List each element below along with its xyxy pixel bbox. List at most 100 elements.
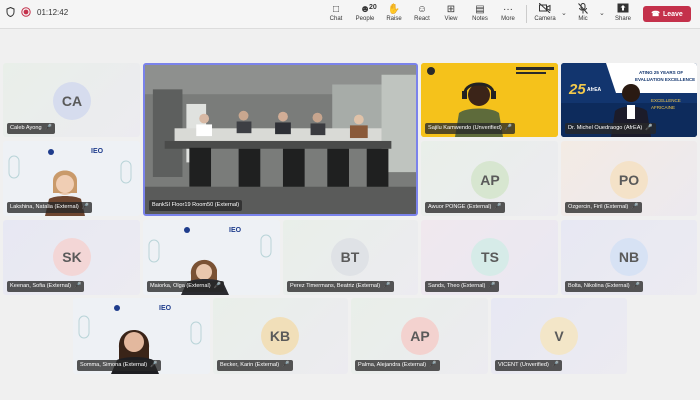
- raise-hand-button[interactable]: ✋ Raise: [380, 3, 408, 22]
- notes-icon: ▤: [475, 4, 485, 15]
- participant-tile-sands[interactable]: TS Sands, Theo (External) 🎤: [421, 220, 558, 295]
- participant-tile-somma[interactable]: IEO Somma, Simona (External) 🎤: [73, 298, 210, 374]
- video-grid: CA Caleb Ayong 🎤 BankSI Floor19 Room50 (E…: [0, 29, 700, 400]
- participant-name: Keenan, Sofia (External) 🎤: [7, 281, 85, 292]
- participant-name: Becker, Karin (External) 🎤: [217, 360, 293, 371]
- mic-label: Mic: [578, 16, 588, 22]
- avatar: CA: [53, 82, 91, 120]
- participant-tile-perez[interactable]: BT Perez Timermans, Beatriz (External) 🎤: [283, 220, 418, 295]
- participant-name: Lakshina, Natalia (External) 🎤: [7, 202, 93, 213]
- participant-name: Maiorka, Olga (External) 🎤: [147, 281, 225, 292]
- mic-off-icon: 🎤: [282, 362, 290, 368]
- mic-off-icon: [578, 3, 588, 16]
- view-button[interactable]: ⊞ View: [437, 3, 465, 22]
- people-button[interactable]: ☻ 20 People: [351, 3, 379, 22]
- people-count: 20: [369, 4, 377, 11]
- meeting-timer: 01:12:42: [37, 7, 69, 17]
- participant-name: Somma, Simona (External) 🎤: [77, 360, 161, 371]
- avatar: V: [540, 317, 578, 355]
- mic-off-icon: 🎤: [81, 204, 90, 210]
- mic-button[interactable]: Mic: [569, 3, 597, 22]
- share-icon: [617, 3, 629, 16]
- mic-off-icon: 🎤: [631, 204, 639, 210]
- mic-off-icon: 🎤: [504, 125, 513, 131]
- participant-tile-caleb[interactable]: CA Caleb Ayong 🎤: [3, 63, 140, 137]
- avatar: AP: [471, 161, 509, 199]
- more-label: More: [501, 16, 515, 22]
- hand-icon: ✋: [387, 4, 401, 15]
- ieo-logo: IEO: [229, 227, 242, 234]
- participant-tile-ozgercin[interactable]: PO Ozgercin, Firil (External) 🎤: [561, 141, 697, 216]
- mic-off-icon: 🎤: [551, 362, 560, 368]
- grid-icon: ⊞: [446, 4, 456, 15]
- participant-name: Caleb Ayong 🎤: [7, 123, 56, 134]
- avatar: TS: [471, 238, 509, 276]
- participant-tile-conference-room[interactable]: BankSI Floor19 Room50 (External): [143, 63, 418, 216]
- camera-options-chevron-icon[interactable]: ⌄: [561, 9, 567, 17]
- participant-name: BankSI Floor19 Room50 (External): [149, 200, 243, 211]
- participant-tile-bolta[interactable]: NB Bolta, Nikolina (External) 🎤: [561, 220, 697, 295]
- notes-button[interactable]: ▤ Notes: [466, 3, 494, 22]
- camera-button[interactable]: Camera: [530, 2, 560, 22]
- mic-off-icon: 🎤: [632, 283, 641, 289]
- avatar: PO: [610, 161, 648, 199]
- mic-off-icon: 🎤: [44, 125, 53, 131]
- mic-off-icon: 🎤: [494, 204, 502, 210]
- avatar: NB: [610, 238, 648, 276]
- mic-off-icon: 🎤: [488, 283, 496, 289]
- avatar: KB: [261, 317, 299, 355]
- leave-button[interactable]: ☎ Leave: [643, 6, 691, 22]
- view-label: View: [444, 16, 458, 22]
- participant-name: Dr. Michel Ouedraogo (AfrEA) 🎤: [565, 123, 656, 134]
- mic-off-icon: 🎤: [383, 283, 391, 289]
- avatar: SK: [53, 238, 91, 276]
- mic-off-icon: 🎤: [429, 362, 437, 368]
- react-button[interactable]: ☺ React: [408, 3, 436, 22]
- react-label: React: [414, 16, 430, 22]
- raise-label: Raise: [386, 16, 402, 22]
- ieo-logo: IEO: [159, 305, 172, 312]
- chat-button[interactable]: □ Chat: [322, 3, 350, 22]
- participant-tile-sajilu[interactable]: Sajilu Kamwendo (Unverified) 🎤: [421, 63, 558, 137]
- mic-options-chevron-icon[interactable]: ⌄: [599, 9, 605, 17]
- participant-tile-palma[interactable]: AP Palma, Alejandra (External) 🎤: [351, 298, 488, 374]
- banner-line: EXCELLENCE: [651, 98, 681, 103]
- share-button[interactable]: Share: [609, 3, 637, 22]
- participant-tile-maiorka[interactable]: IEO Maiorka, Olga (External) 🎤: [143, 220, 280, 295]
- avatar: BT: [331, 238, 369, 276]
- banner-line: AFRICAINE: [651, 105, 676, 110]
- chat-label: Chat: [329, 16, 343, 22]
- mic-off-icon: 🎤: [645, 125, 653, 131]
- participant-tile-lakshina[interactable]: IEO Lakshina, Natalia (External) 🎤: [3, 141, 140, 216]
- meeting-status: 01:12:42: [6, 7, 68, 17]
- toolbar-divider: [526, 5, 527, 23]
- participant-name: Ozgercin, Firil (External) 🎤: [565, 202, 642, 213]
- participant-tile-becker[interactable]: KB Becker, Karin (External) 🎤: [213, 298, 348, 374]
- camera-off-icon: [538, 2, 551, 16]
- participant-name: Perez Timermans, Beatriz (External) 🎤: [287, 281, 394, 292]
- people-label: People: [355, 16, 375, 22]
- camera-label: Camera: [534, 16, 556, 22]
- phone-hangup-icon: ☎: [651, 11, 660, 18]
- participant-tile-vicent[interactable]: V VICENT (Unverified) 🎤: [491, 298, 627, 374]
- conference-room-video: [145, 65, 416, 214]
- more-button[interactable]: ··· More: [494, 3, 522, 22]
- participant-tile-keenan[interactable]: SK Keenan, Sofia (External) 🎤: [3, 220, 140, 295]
- afrea-logo-number: 25: [569, 81, 586, 98]
- participant-name: Palma, Alejandra (External) 🎤: [355, 360, 440, 371]
- share-label: Share: [614, 16, 631, 22]
- afrea-logo-org: AfrEA: [587, 87, 602, 93]
- meeting-toolbar: 01:12:42 □ Chat ☻ 20 People ✋ Raise ☺ Re…: [0, 0, 700, 29]
- notes-label: Notes: [472, 16, 488, 22]
- mic-off-icon: 🎤: [73, 283, 82, 289]
- leave-label: Leave: [662, 10, 683, 18]
- participant-name: Sands, Theo (External) 🎤: [425, 281, 499, 292]
- mic-off-icon: 🎤: [213, 283, 222, 289]
- participant-name: Bolta, Nikolina (External) 🎤: [565, 281, 644, 292]
- avatar: AP: [401, 317, 439, 355]
- participant-name: Awuor PONGE (External) 🎤: [425, 202, 505, 213]
- participant-tile-michel[interactable]: 25 AfrEA ATING 25 YEARS OF EVALUATION EX…: [561, 63, 697, 137]
- participant-name: VICENT (Unverified) 🎤: [495, 360, 563, 371]
- participant-tile-awuor[interactable]: AP Awuor PONGE (External) 🎤: [421, 141, 558, 216]
- smiley-icon: ☺: [416, 4, 428, 15]
